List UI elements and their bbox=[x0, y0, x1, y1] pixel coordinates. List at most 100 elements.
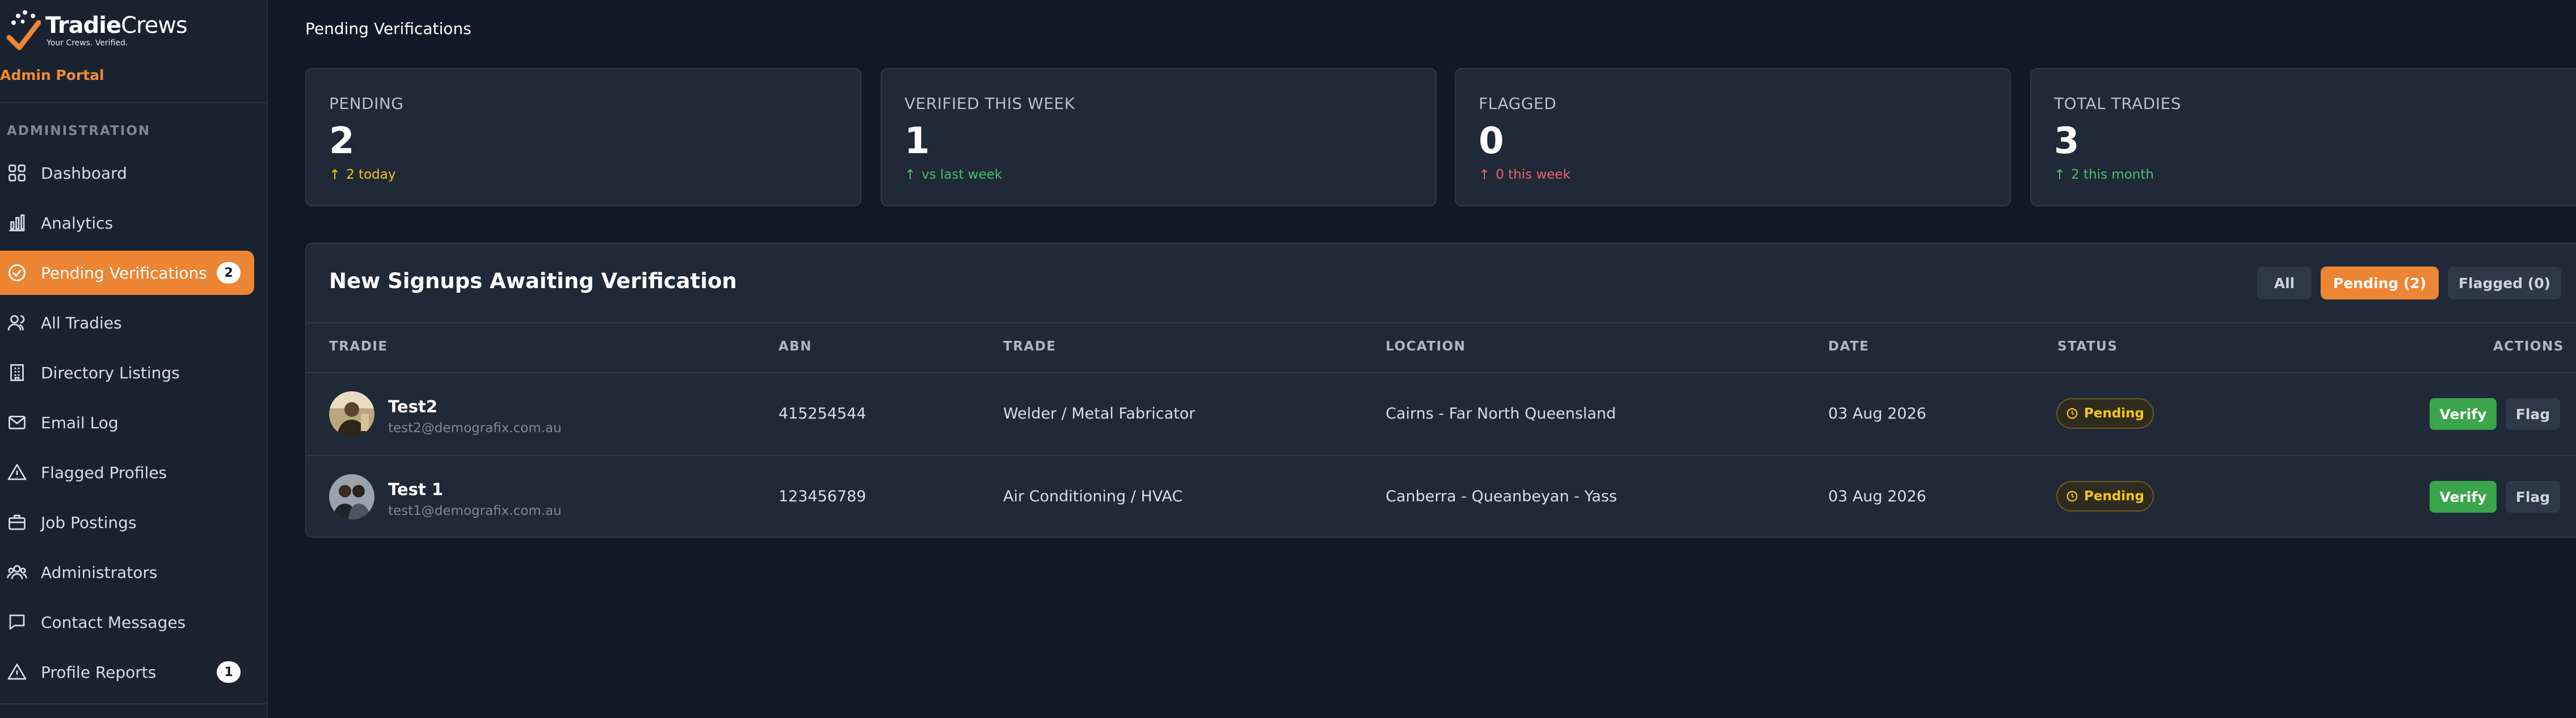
page-title: Pending Verifications bbox=[305, 19, 472, 38]
sidebar-item-label: Flagged Profiles bbox=[41, 463, 167, 482]
location-cell: Cairns - Far North Queensland bbox=[1386, 405, 1617, 423]
sidebar-item-email-log[interactable]: Email Log bbox=[0, 400, 254, 445]
stat-label: PENDING bbox=[329, 94, 404, 113]
stat-value: 3 bbox=[2054, 120, 2080, 162]
user-group-icon bbox=[6, 561, 28, 584]
users-icon bbox=[6, 311, 28, 334]
panel-title: New Signups Awaiting Verification bbox=[329, 269, 737, 293]
avatar bbox=[329, 474, 374, 520]
sidebar: TradieCrews Your Crews. Verified. Admin … bbox=[0, 0, 268, 718]
sidebar-item-dashboard[interactable]: Dashboard bbox=[0, 151, 254, 195]
sidebar-item-administrators[interactable]: Administrators bbox=[0, 550, 254, 594]
tradie-email: test1@demografix.com.au bbox=[388, 504, 562, 518]
brand-tagline: Your Crews. Verified. bbox=[47, 39, 128, 48]
verify-button[interactable]: Verify bbox=[2430, 398, 2497, 430]
column-header-actions: ACTIONS bbox=[2493, 339, 2564, 354]
flag-button[interactable]: Flag bbox=[2506, 481, 2560, 513]
filter-all-button[interactable]: All bbox=[2257, 267, 2312, 299]
portal-label: Admin Portal bbox=[0, 67, 104, 83]
sidebar-item-pending-verifications[interactable]: Pending Verifications 2 bbox=[0, 251, 254, 295]
message-icon bbox=[6, 611, 28, 633]
tradie-name: Test2 bbox=[388, 397, 437, 416]
table-row[interactable]: Test2 test2@demografix.com.au 415254544 … bbox=[306, 373, 2576, 456]
arrow-up-icon: ↑ bbox=[904, 167, 916, 183]
sidebar-item-label: All Tradies bbox=[41, 313, 122, 332]
status-text: Pending bbox=[2083, 406, 2144, 421]
column-header-status[interactable]: STATUS bbox=[2057, 339, 2118, 354]
trade-cell: Welder / Metal Fabricator bbox=[1003, 405, 1196, 423]
status-badge: Pending bbox=[2056, 398, 2154, 429]
pending-count-badge: 2 bbox=[217, 262, 241, 284]
abn-cell: 415254544 bbox=[778, 405, 866, 423]
brand-logo[interactable]: TradieCrews Your Crews. Verified. bbox=[6, 8, 188, 53]
sidebar-item-label: Pending Verifications bbox=[41, 263, 207, 282]
stat-delta-text: 0 this week bbox=[1496, 167, 1571, 182]
signups-panel: New Signups Awaiting Verification All Pe… bbox=[305, 243, 2576, 538]
sidebar-item-label: Profile Reports bbox=[41, 662, 157, 682]
verify-button[interactable]: Verify bbox=[2430, 481, 2497, 513]
divider bbox=[0, 102, 268, 103]
stat-label: TOTAL TRADIES bbox=[2054, 94, 2182, 113]
stat-card-total-tradies: TOTAL TRADIES 3 ↑ 2 this month bbox=[2030, 68, 2576, 206]
column-header-tradie[interactable]: TRADIE bbox=[329, 339, 388, 354]
sidebar-item-contact-messages[interactable]: Contact Messages bbox=[0, 600, 254, 644]
table-row[interactable]: Test 1 test1@demografix.com.au 123456789… bbox=[306, 456, 2576, 539]
sidebar-item-label: Dashboard bbox=[41, 163, 127, 183]
arrow-up-icon: ↑ bbox=[329, 167, 341, 183]
flag-button[interactable]: Flag bbox=[2506, 398, 2560, 430]
avatar bbox=[329, 391, 374, 437]
sidebar-item-label: Contact Messages bbox=[41, 613, 186, 632]
filter-flagged-button[interactable]: Flagged (0) bbox=[2448, 267, 2561, 299]
date-cell: 03 Aug 2026 bbox=[1828, 488, 1926, 505]
stat-delta: ↑ 2 today bbox=[329, 167, 395, 183]
check-circle-icon bbox=[6, 261, 28, 284]
logo-check-icon bbox=[6, 10, 41, 50]
stat-value: 1 bbox=[904, 120, 930, 162]
sidebar-item-label: Directory Listings bbox=[41, 363, 180, 382]
stat-card-pending: PENDING 2 ↑ 2 today bbox=[305, 68, 861, 206]
sidebar-item-label: Job Postings bbox=[41, 513, 137, 532]
stat-delta: ↑ vs last week bbox=[904, 167, 1002, 183]
column-header-location[interactable]: LOCATION bbox=[1386, 339, 1466, 354]
divider bbox=[0, 703, 268, 704]
sidebar-item-flagged-profiles[interactable]: Flagged Profiles bbox=[0, 450, 254, 495]
stat-delta-text: 2 today bbox=[346, 167, 396, 182]
sidebar-item-job-postings[interactable]: Job Postings bbox=[0, 500, 254, 544]
sidebar-item-all-tradies[interactable]: All Tradies bbox=[0, 301, 254, 345]
tradie-name: Test 1 bbox=[388, 480, 443, 499]
building-icon bbox=[6, 361, 28, 384]
sidebar-item-directory-listings[interactable]: Directory Listings bbox=[0, 350, 254, 395]
stat-card-flagged: FLAGGED 0 ↑ 0 this week bbox=[1455, 68, 2011, 206]
filter-pending-button[interactable]: Pending (2) bbox=[2321, 267, 2439, 299]
divider bbox=[306, 322, 2576, 323]
abn-cell: 123456789 bbox=[778, 488, 866, 505]
brand-name-bold: Tradie bbox=[45, 12, 121, 39]
column-header-abn[interactable]: ABN bbox=[778, 339, 812, 354]
sidebar-item-label: Email Log bbox=[41, 413, 119, 432]
warning-icon bbox=[6, 461, 28, 484]
stat-delta-text: 2 this month bbox=[2071, 167, 2154, 182]
section-label: ADMINISTRATION bbox=[7, 124, 151, 138]
date-cell: 03 Aug 2026 bbox=[1828, 405, 1926, 423]
stat-delta-text: vs last week bbox=[921, 167, 1003, 182]
location-cell: Canberra - Queanbeyan - Yass bbox=[1386, 488, 1617, 505]
stat-delta: ↑ 0 this week bbox=[1479, 167, 1571, 183]
briefcase-icon bbox=[6, 511, 28, 534]
clock-icon bbox=[2066, 408, 2078, 419]
stat-card-verified: VERIFIED THIS WEEK 1 ↑ vs last week bbox=[881, 68, 1437, 206]
column-header-date[interactable]: DATE bbox=[1828, 339, 1870, 354]
reports-count-badge: 1 bbox=[217, 661, 241, 683]
sidebar-item-analytics[interactable]: Analytics bbox=[0, 201, 254, 245]
arrow-up-icon: ↑ bbox=[2054, 167, 2066, 183]
warning-icon bbox=[6, 661, 28, 683]
trade-cell: Air Conditioning / HVAC bbox=[1003, 488, 1183, 505]
arrow-up-icon: ↑ bbox=[1479, 167, 1491, 183]
sidebar-item-label: Administrators bbox=[41, 563, 158, 582]
mail-icon bbox=[6, 411, 28, 434]
stat-value: 0 bbox=[1479, 120, 1504, 162]
stat-delta: ↑ 2 this month bbox=[2054, 167, 2154, 183]
stat-label: FLAGGED bbox=[1479, 94, 1557, 113]
sidebar-item-profile-reports[interactable]: Profile Reports 1 bbox=[0, 650, 254, 694]
column-header-trade[interactable]: TRADE bbox=[1003, 339, 1057, 354]
bar-chart-icon bbox=[6, 212, 28, 234]
